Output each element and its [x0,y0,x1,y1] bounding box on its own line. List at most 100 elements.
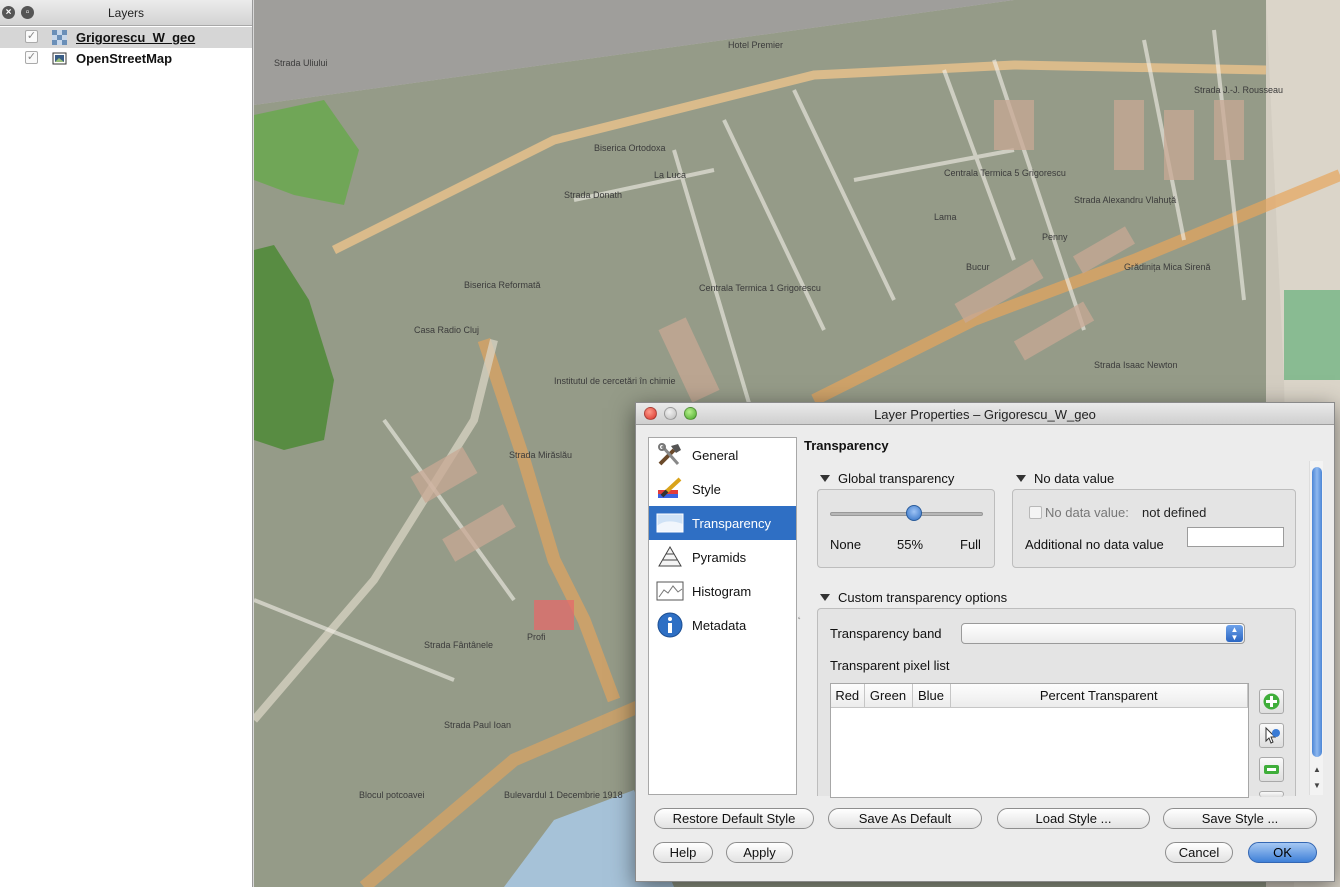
dialog-titlebar[interactable]: Layer Properties – Grigorescu_W_geo [636,403,1334,425]
nav-item-metadata[interactable]: Metadata [649,608,796,642]
apply-button[interactable]: Apply [726,842,793,863]
ok-button[interactable]: OK [1248,842,1317,863]
save-as-default-button[interactable]: Save As Default [828,808,982,829]
column-header-red[interactable]: Red [831,684,865,708]
minus-icon [1264,765,1279,774]
slider-value-label: 55% [897,537,924,552]
nav-item-pyramids[interactable]: Pyramids [649,540,796,574]
dialog-title: Layer Properties – Grigorescu_W_geo [874,407,1096,422]
chevron-updown-icon: ▲ ▼ [1226,625,1243,642]
tools-icon [656,442,684,468]
info-icon [656,612,684,638]
map-label: Centrala Termica 5 Grigorescu [944,168,1066,178]
map-label: Strada Paul Ioan [444,720,512,730]
map-label: Strada Uliului [274,58,328,68]
add-value-from-display-button[interactable] [1259,723,1284,748]
slider-min-label: None [830,537,862,552]
additional-no-data-label: Additional no data value [1025,537,1164,552]
help-button[interactable]: Help [653,842,713,863]
layer-item-grigorescu[interactable]: ✓ Grigorescu_W_geo [0,27,252,48]
layers-panel-title: Layers [107,6,145,20]
properties-nav-list: General Style Transparency Pyramids Hist… [648,437,797,795]
map-label: Hotel Premier [728,40,784,50]
nav-item-style[interactable]: Style [649,472,796,506]
no-data-checkbox[interactable] [1029,506,1042,519]
group-title: Custom transparency options [838,590,1008,605]
map-label: Lama [934,212,957,222]
layer-name[interactable]: Grigorescu_W_geo [76,30,195,45]
nav-item-general[interactable]: General [649,438,796,472]
column-header-percent-transparent[interactable]: Percent Transparent [950,684,1248,708]
transparency-icon [656,510,684,536]
column-header-blue[interactable]: Blue [912,684,951,708]
custom-transparency-header[interactable]: Custom transparency options [820,590,1007,605]
map-label: Institutul de cercetări în chimie [554,376,676,386]
nav-label: Style [692,482,721,497]
image-layer-icon [52,51,67,66]
map-label: Centrala Termica 1 Grigorescu [699,283,821,293]
layers-titlebar: × ▫ Layers [0,0,252,26]
transparent-pixel-table[interactable]: Red Green Blue Percent Transparent [830,683,1249,798]
layer-name[interactable]: OpenStreetMap [76,51,172,66]
restore-default-style-button[interactable]: Restore Default Style [654,808,814,829]
map-label: Strada Fântânele [424,640,494,650]
scroll-down-icon[interactable]: ▼ [1313,781,1321,790]
map-label: La Luca [654,170,687,180]
raster-layer-icon [52,30,67,45]
layer-properties-dialog: Layer Properties – Grigorescu_W_geo Gene… [635,402,1335,882]
scrollbar-thumb[interactable] [1312,467,1322,757]
save-style-button[interactable]: Save Style ... [1163,808,1317,829]
global-transparency-group: None 55% Full [817,489,995,568]
add-pixel-button[interactable] [1259,689,1284,714]
additional-no-data-input[interactable] [1187,527,1284,547]
map-label: Profi [527,632,546,642]
cancel-button[interactable]: Cancel [1165,842,1233,863]
transparency-band-select[interactable]: ▲ ▼ [961,623,1245,644]
no-data-checkbox-label: No data value: [1045,505,1129,520]
nav-item-histogram[interactable]: Histogram [649,574,796,608]
map-label: Grădinița Mica Sirenă [1124,262,1211,272]
pixel-list-label: Transparent pixel list [830,658,950,673]
content-scrollbar[interactable]: ▲ ▼ [1309,461,1323,795]
map-label: Biserica Reformată [464,280,541,290]
layer-visibility-checkbox[interactable]: ✓ [25,51,38,64]
map-label: Strada Donath [564,190,623,200]
no-data-header[interactable]: No data value [1016,471,1114,486]
default-values-button[interactable] [1259,791,1284,797]
pointer-query-icon [1265,726,1280,744]
map-label: Strada Mirăslău [509,450,573,460]
no-data-value: not defined [1142,505,1207,520]
global-transparency-header[interactable]: Global transparency [820,471,954,486]
nav-label: Metadata [692,618,747,633]
pyramids-icon [656,544,684,570]
nav-item-transparency[interactable]: Transparency [649,506,796,540]
remove-pixel-button[interactable] [1259,757,1284,782]
nav-label: Pyramids [692,550,747,565]
paintbrush-icon [656,476,684,502]
map-label: Strada J.-J. Rousseau [1194,85,1284,95]
group-title: No data value [1034,471,1115,486]
nav-label: General [692,448,739,463]
layer-visibility-checkbox[interactable]: ✓ [25,30,38,43]
map-label: Bucur [966,262,990,272]
section-title: Transparency [804,438,889,453]
layers-panel: × ▫ Layers ✓ Grigorescu_W_geo ✓ OpenStre… [0,0,253,887]
nav-label: Histogram [692,584,752,599]
map-label: Strada Alexandru Vlahuță [1074,195,1177,205]
transparency-band-label: Transparency band [830,626,942,641]
load-style-button[interactable]: Load Style ... [997,808,1150,829]
splitter-handle[interactable]: ˛ [798,609,801,620]
map-label: Blocul potcoavei [359,790,425,800]
plus-icon [1263,693,1280,710]
column-header-green[interactable]: Green [864,684,913,708]
scroll-up-icon[interactable]: ▲ [1313,765,1321,774]
map-label: Casa Radio Cluj [414,325,480,335]
layer-item-openstreetmap[interactable]: ✓ OpenStreetMap [0,48,252,69]
slider-max-label: Full [960,537,981,552]
map-label: Strada Isaac Newton [1094,360,1178,370]
collapse-triangle-icon [820,594,830,601]
custom-transparency-group: Transparency band ▲ ▼ Transparent pixel l… [817,608,1296,798]
transparency-slider-handle[interactable] [906,505,923,521]
no-data-group: No data value: not defined Additional no… [1012,489,1296,568]
map-label: Penny [1042,232,1068,242]
